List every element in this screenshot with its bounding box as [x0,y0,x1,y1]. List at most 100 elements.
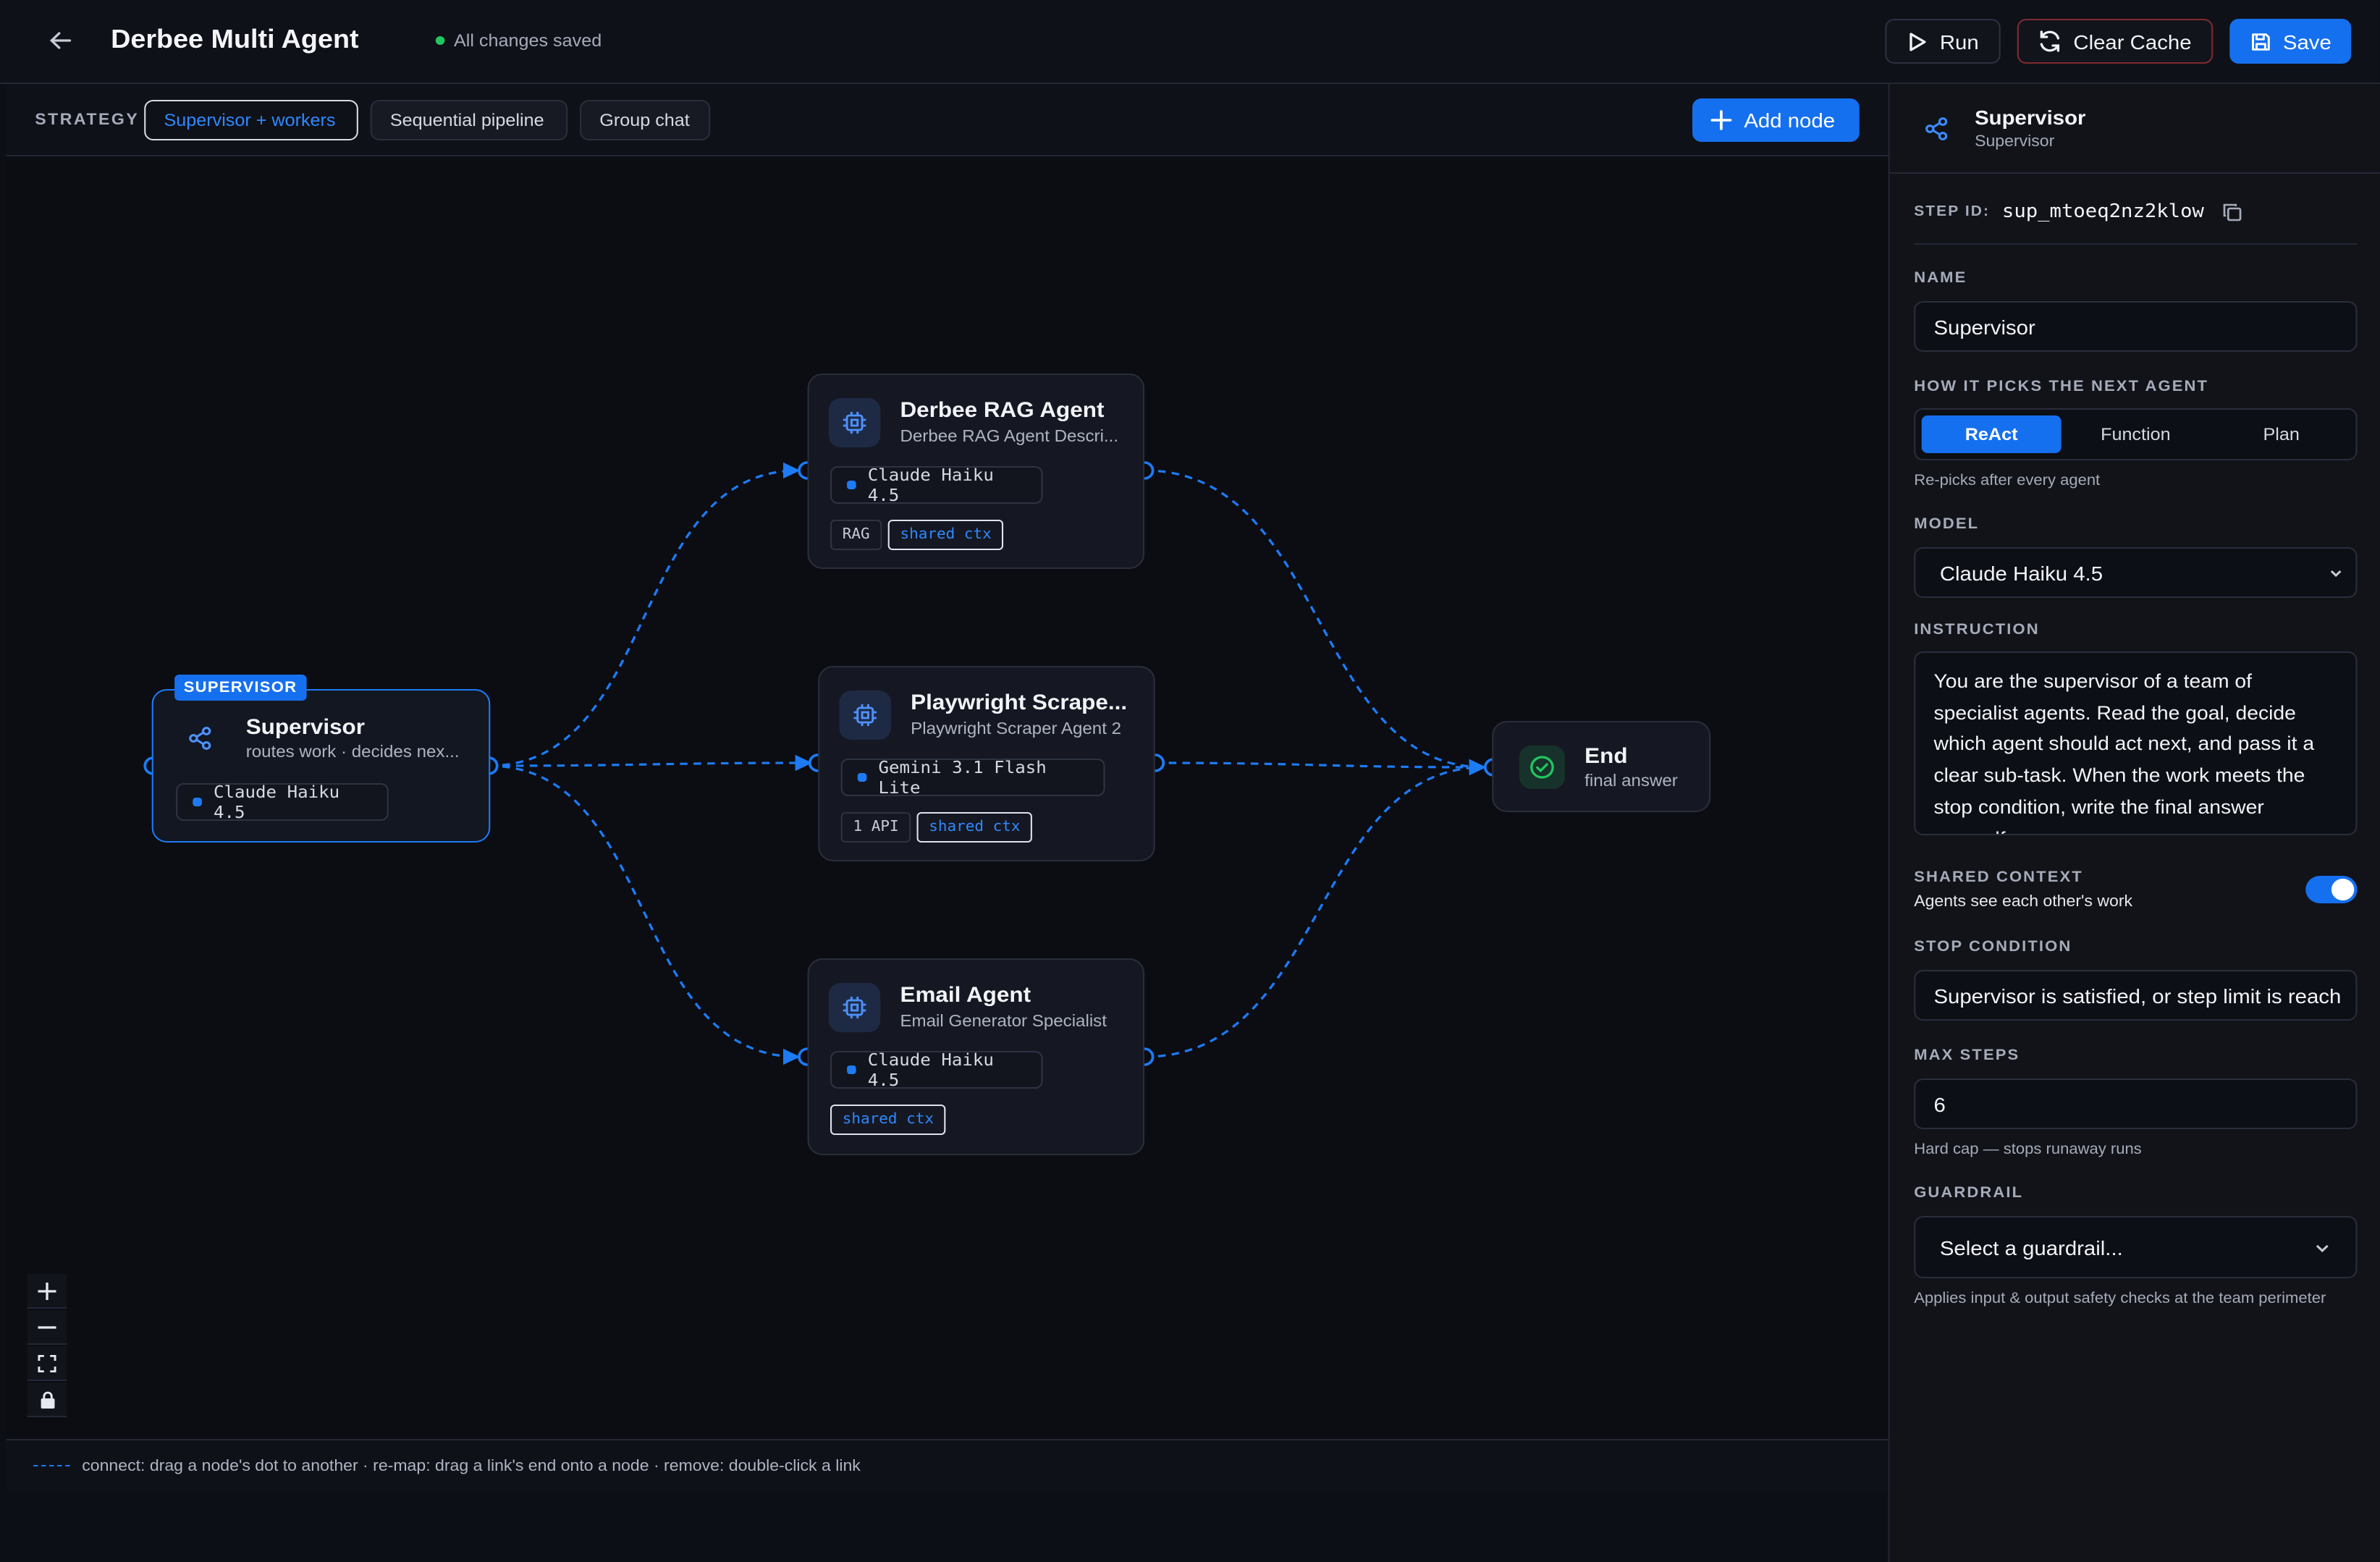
toggle-knob [2331,879,2355,900]
rag-title: Derbee RAG Agent [900,398,1105,423]
rag-model: Claude Haiku 4.5 [867,465,994,505]
dashed-link-icon [33,1465,70,1466]
saved-dot-icon [435,36,445,45]
instruction-label: INSTRUCTION [1914,621,2040,638]
email-model: Claude Haiku 4.5 [867,1050,994,1090]
picks-option-react[interactable]: ReAct [1921,415,2062,453]
picks-help: Re-picks after every agent [1914,472,2101,489]
edge-supervisor-rag[interactable] [489,462,801,767]
supervisor-node[interactable]: SUPERVISOR Supervisor routes work · deci… [151,675,491,843]
step-id-row: STEP ID: sup_mtoeq2nz2klow [1914,201,2242,223]
app-title: Derbee Multi Agent [111,25,359,54]
end-title: End [1584,744,1628,769]
refresh-icon [2040,30,2060,52]
strategy-bar: STRATEGY Supervisor + workers Sequential… [6,84,1889,156]
run-button[interactable]: Run [1885,19,2001,64]
shared-context-toggle[interactable] [2305,876,2358,903]
name-label: NAME [1914,269,1967,287]
clear-cache-label: Clear Cache [2073,30,2192,53]
copy-icon[interactable] [2222,203,2242,221]
model-select[interactable]: Claude Haiku 4.5 [1914,547,2358,598]
back-arrow-icon[interactable] [43,23,79,58]
supervisor-badge: SUPERVISOR [174,675,306,701]
scraper-model-pill: Gemini 3.1 Flash Lite [840,757,1105,798]
model-dot-icon [193,798,202,806]
edge-rag-end[interactable] [1144,469,1487,776]
fit-view-button[interactable] [27,1346,67,1381]
strategy-supervisor-workers[interactable]: Supervisor + workers [144,100,358,140]
scraper-agent-node[interactable]: Playwright Scrape... Playwright Scraper … [818,666,1155,861]
divider [1914,243,2358,245]
picks-option-plan[interactable]: Plan [2211,415,2351,453]
panel-header: Supervisor Supervisor [1889,84,2380,174]
run-label: Run [1939,30,1979,53]
check-circle-icon [1519,746,1565,789]
share-nodes-icon [1923,116,1951,149]
save-button[interactable]: Save [2229,19,2352,64]
zoom-in-button[interactable] [27,1274,67,1309]
save-label: Save [2282,30,2332,53]
floppy-disk-icon [2252,33,2270,50]
supervisor-title: Supervisor [245,715,366,740]
rag-tag-rag: RAG [830,520,882,550]
picks-label: HOW IT PICKS THE NEXT AGENT [1914,378,2209,395]
end-node[interactable]: End final answer [1492,721,1711,812]
scraper-model: Gemini 3.1 Flash Lite [878,757,1047,798]
strategy-sequential-pipeline[interactable]: Sequential pipeline [370,100,568,140]
add-node-button[interactable]: Add node [1692,98,1860,142]
supervisor-model-pill: Claude Haiku 4.5 [176,782,389,822]
email-agent-node[interactable]: Email Agent Email Generator Specialist C… [807,958,1145,1155]
step-id-value: sup_mtoeq2nz2klow [2001,201,2204,223]
add-node-label: Add node [1744,109,1836,132]
save-status-text: All changes saved [453,30,602,51]
edge-supervisor-scraper[interactable] [489,754,813,772]
lock-icon [40,1390,54,1408]
hint-bar: connect: drag a node's dot to another · … [6,1439,1889,1491]
email-subtitle: Email Generator Specialist [900,1013,1107,1031]
guardrail-label: GUARDRAIL [1914,1184,2024,1202]
scraper-title: Playwright Scrape... [911,691,1128,715]
share-nodes-icon [174,714,226,763]
plus-icon [38,1282,56,1299]
shared-context-label: SHARED CONTEXT [1914,869,2083,886]
scraper-subtitle: Playwright Scraper Agent 2 [911,721,1122,738]
end-subtitle: final answer [1584,773,1678,790]
model-dot-icon [847,481,856,489]
rag-tag-shared-ctx: shared ctx [887,520,1004,550]
instruction-textarea[interactable]: You are the supervisor of a team of spec… [1914,651,2358,835]
scraper-tag-shared-ctx: shared ctx [916,812,1033,843]
guardrail-select[interactable]: Select a guardrail... [1914,1216,2358,1278]
edge-scraper-end[interactable] [1155,759,1487,776]
strategy-group-chat[interactable]: Group chat [580,100,711,140]
chevron-down-icon [2316,1244,2329,1253]
guardrail-select-value: Select a guardrail... [1939,1236,2123,1259]
rag-agent-node[interactable]: Derbee RAG Agent Derbee RAG Agent Descri… [807,373,1145,569]
cpu-chip-icon [839,691,891,740]
fullscreen-icon [38,1354,56,1372]
stop-condition-input[interactable]: Supervisor is satisfied, or step limit i… [1914,970,2358,1021]
scraper-tag-api: 1 API [840,812,911,843]
max-steps-input[interactable]: 6 [1914,1078,2358,1129]
flow-canvas[interactable]: SUPERVISOR Supervisor routes work · deci… [6,156,1889,1439]
edge-email-end[interactable] [1144,759,1487,1058]
picks-option-function[interactable]: Function [2066,415,2206,453]
save-status: All changes saved [435,30,602,51]
cpu-chip-icon [828,398,881,447]
model-select-value: Claude Haiku 4.5 [1939,561,2103,584]
model-dot-icon [847,1065,856,1074]
max-steps-help: Hard cap — stops runaway runs [1914,1141,2142,1158]
panel-subtitle: Supervisor [1975,133,2055,151]
name-input[interactable]: Supervisor [1914,301,2358,352]
clear-cache-button[interactable]: Clear Cache [2017,19,2214,64]
chevron-down-icon [2330,570,2342,578]
supervisor-subtitle: routes work · decides nex... [245,744,460,761]
max-steps-label: MAX STEPS [1914,1047,2020,1064]
zoom-out-button[interactable] [27,1310,67,1345]
step-id-label: STEP ID: [1914,204,1991,220]
lock-button[interactable] [27,1382,67,1417]
guardrail-help: Applies input & output safety checks at … [1914,1290,2326,1307]
panel-title: Supervisor [1975,106,2086,129]
model-dot-icon [857,773,866,782]
edge-supervisor-email[interactable] [489,764,801,1065]
strategy-label: STRATEGY [35,111,140,129]
